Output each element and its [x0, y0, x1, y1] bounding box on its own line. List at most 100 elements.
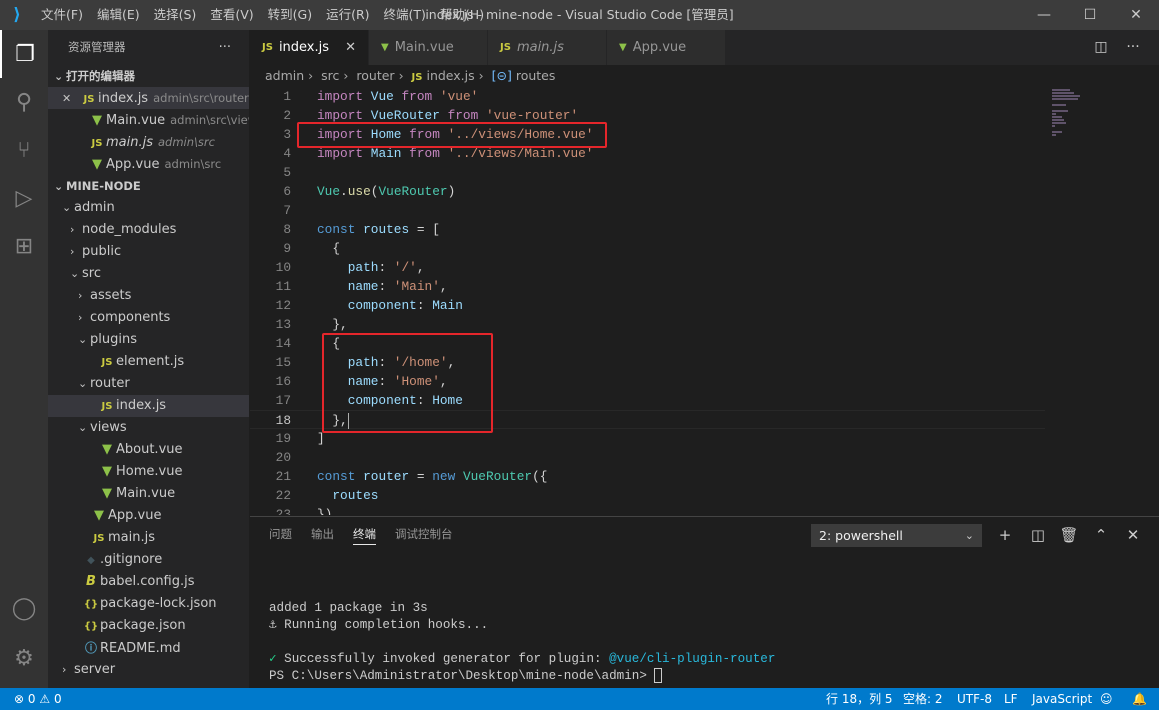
menu-item[interactable]: 查看(V)	[203, 0, 260, 30]
tab-main-vue[interactable]: ▼ Main.vue	[369, 30, 488, 65]
tree-item[interactable]: ⌄ src	[48, 263, 249, 285]
tree-item[interactable]: ▼ About.vue	[48, 439, 249, 461]
code-line[interactable]: 20	[250, 448, 1045, 467]
tree-item[interactable]: {} package-lock.json	[48, 593, 249, 615]
extensions-icon[interactable]: ⊞	[0, 222, 48, 270]
tree-item[interactable]: ◆ .gitignore	[48, 549, 249, 571]
code-editor[interactable]: 1 import Vue from 'vue' 2 import VueRouter …	[250, 87, 1050, 515]
tree-item[interactable]: ▼ Home.vue	[48, 461, 249, 483]
item-label: index.js	[98, 91, 149, 106]
notifications-bell-icon[interactable]: 🔔	[1132, 688, 1147, 710]
tree-item[interactable]: › node_modules	[48, 219, 249, 241]
tree-item[interactable]: › server	[48, 659, 249, 681]
code-line[interactable]: 21 const router = new VueRouter({	[250, 467, 1045, 486]
section-header[interactable]: ⌄ MINE-NODE	[48, 175, 249, 197]
account-icon[interactable]: ◯	[0, 584, 48, 632]
tree-item[interactable]: ▼ Main.vue	[48, 483, 249, 505]
code-line[interactable]: 13 },	[250, 315, 1045, 334]
tree-item[interactable]: ⌄ router	[48, 373, 249, 395]
tree-item[interactable]: ⌄ views	[48, 417, 249, 439]
tree-item[interactable]: ▼ App.vue	[48, 505, 249, 527]
tab-main-js[interactable]: JS main.js	[488, 30, 607, 65]
breadcrumb-item[interactable]: routes	[516, 68, 556, 83]
code-line[interactable]: 9 {	[250, 239, 1045, 258]
tree-item[interactable]: ✕ JS index.js admin\src\router	[48, 87, 249, 109]
add-icon[interactable]: +	[994, 524, 1016, 546]
breadcrumb-item[interactable]: admin	[265, 68, 304, 83]
tree-item[interactable]: JS index.js	[48, 395, 249, 417]
menu-item[interactable]: 运行(R)	[319, 0, 376, 30]
tree-item[interactable]: JS element.js	[48, 351, 249, 373]
tree-item[interactable]: › components	[48, 307, 249, 329]
code-token: const	[317, 222, 356, 237]
trash-icon[interactable]: 🗑	[1058, 524, 1080, 546]
tree-item[interactable]: ⌄ plugins	[48, 329, 249, 351]
tree-item[interactable]: ⓘ README.md	[48, 637, 249, 659]
menu-item[interactable]: 编辑(E)	[90, 0, 147, 30]
encoding[interactable]: UTF-8	[957, 688, 992, 710]
maximize-button[interactable]: ☐	[1067, 0, 1113, 30]
breadcrumb-item[interactable]: src	[321, 68, 339, 83]
terminal-link[interactable]: @vue/cli-plugin-router	[609, 652, 775, 666]
tab-debug-console[interactable]: 调试控制台	[395, 517, 453, 552]
code-line[interactable]: 1 import Vue from 'vue'	[250, 87, 1045, 106]
minimap[interactable]	[1050, 87, 1146, 515]
language-mode[interactable]: JavaScript	[1032, 688, 1092, 710]
section-header[interactable]: ⌄ 打开的编辑器	[48, 65, 249, 87]
code-line[interactable]: 22 routes	[250, 486, 1045, 505]
tree-item[interactable]: ⌄ admin	[48, 197, 249, 219]
tab-output[interactable]: 输出	[311, 517, 334, 552]
tree-item[interactable]: › assets	[48, 285, 249, 307]
menu-item[interactable]: 终端(T)	[377, 0, 433, 30]
close-window-button[interactable]: ✕	[1113, 0, 1159, 30]
menu-item[interactable]: 转到(G)	[261, 0, 319, 30]
tab-index-js[interactable]: JS index.js ✕	[250, 30, 369, 65]
tree-item[interactable]: › public	[48, 241, 249, 263]
menu-item[interactable]: 文件(F)	[34, 0, 90, 30]
code-line[interactable]: 11 name: 'Main',	[250, 277, 1045, 296]
split-icon[interactable]: ◫	[1027, 524, 1049, 546]
tree-item[interactable]: JS main.js admin\src	[48, 131, 249, 153]
search-icon[interactable]: ⚲	[0, 78, 48, 126]
close-tab-icon[interactable]: ✕	[345, 40, 356, 55]
run-debug-icon[interactable]: ▷	[0, 174, 48, 222]
close-icon[interactable]: ✕	[1122, 524, 1144, 546]
code-line[interactable]: 23})	[250, 505, 1045, 515]
maximize-icon[interactable]: ⌃	[1090, 524, 1112, 546]
tab-app-vue[interactable]: ▼ App.vue	[607, 30, 726, 65]
close-icon[interactable]: ✕	[62, 88, 80, 110]
cursor-position[interactable]: 行 18，列 5	[826, 688, 893, 710]
more-actions-icon[interactable]: ···	[1118, 30, 1148, 65]
tree-item[interactable]: ▼ App.vue admin\src	[48, 153, 249, 175]
split-editor-icon[interactable]: ◫	[1086, 30, 1116, 65]
code-line[interactable]: 8 const routes = [	[250, 220, 1045, 239]
indentation[interactable]: 空格: 2	[903, 688, 943, 710]
code-line[interactable]: 5	[250, 163, 1045, 182]
code-line[interactable]: 10 path: '/',	[250, 258, 1045, 277]
menu-item[interactable]: 选择(S)	[147, 0, 204, 30]
settings-gear-icon[interactable]: ⚙	[0, 634, 48, 682]
tab-terminal[interactable]: 终端	[353, 517, 376, 545]
breadcrumb-item[interactable]: index.js	[426, 68, 474, 83]
explorer-icon[interactable]: ❐	[0, 30, 48, 78]
more-actions-icon[interactable]: ···	[219, 30, 231, 65]
terminal-prompt[interactable]: PS C:\Users\Administrator\Desktop\mine-n…	[269, 668, 663, 685]
item-path: admin\src	[164, 157, 222, 171]
tree-item[interactable]: {} package.json	[48, 615, 249, 637]
tree-item[interactable]: ▼ Main.vue admin\src\views	[48, 109, 249, 131]
code-line[interactable]: 6 Vue.use(VueRouter)	[250, 182, 1045, 201]
end-of-line[interactable]: LF	[1004, 688, 1018, 710]
tree-item[interactable]: JS main.js	[48, 527, 249, 549]
problems-status[interactable]: ⊗ 0 ⚠ 0	[14, 688, 62, 710]
minimize-button[interactable]: —	[1021, 0, 1067, 30]
tree-item[interactable]: Bbabel.config.js	[48, 571, 249, 593]
terminal-select[interactable]: 2: powershell ⌄	[811, 524, 982, 547]
tab-problems[interactable]: 问题	[269, 517, 292, 552]
menu-item[interactable]: 帮助(H)	[433, 0, 491, 30]
feedback-icon[interactable]: ☺	[1100, 688, 1113, 710]
breadcrumb-item[interactable]: router	[356, 68, 394, 83]
code-line[interactable]: 12 component: Main	[250, 296, 1045, 315]
code-line[interactable]: 7	[250, 201, 1045, 220]
source-control-icon[interactable]: ⑂	[0, 126, 48, 174]
